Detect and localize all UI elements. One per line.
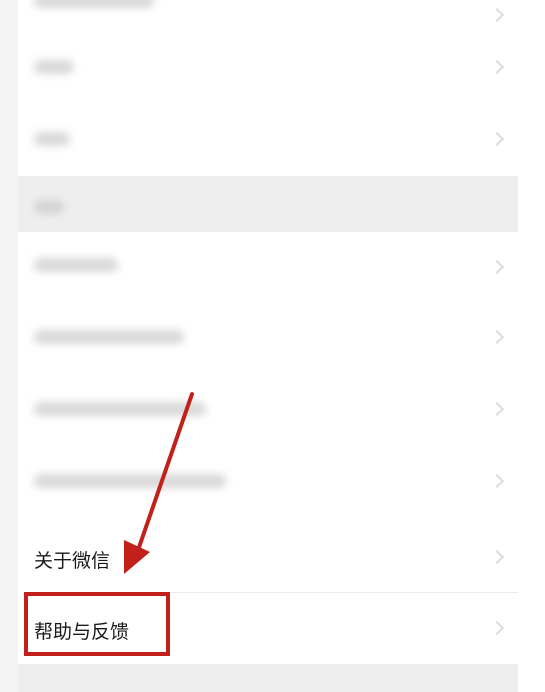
blurred-row[interactable] (18, 442, 518, 512)
blurred-row[interactable] (18, 302, 518, 372)
settings-screen: 关于微信 帮助与反馈 (0, 0, 545, 692)
blurred-text (34, 258, 118, 272)
chevron-right-icon (489, 7, 505, 23)
blurred-text (34, 402, 206, 416)
chevron-right-icon (489, 329, 505, 345)
chevron-right-icon (489, 473, 505, 489)
blurred-text (34, 0, 154, 8)
blurred-row (18, 0, 518, 30)
screen-edge (518, 0, 545, 692)
blurred-text (34, 330, 184, 344)
chevron-right-icon (489, 401, 505, 417)
blurred-text (34, 60, 74, 74)
chevron-right-icon (489, 259, 505, 275)
blurred-text (34, 132, 70, 146)
section-separator (18, 664, 518, 692)
about-wechat-item[interactable]: 关于微信 (18, 520, 518, 592)
blurred-row[interactable] (18, 372, 518, 442)
chevron-right-icon (489, 549, 505, 565)
blurred-text (34, 200, 64, 214)
highlight-box (24, 592, 170, 656)
blurred-row[interactable] (18, 100, 518, 170)
chevron-right-icon (489, 59, 505, 75)
blurred-row[interactable] (18, 30, 518, 100)
chevron-right-icon (489, 131, 505, 147)
blurred-text (34, 474, 226, 488)
chevron-right-icon (489, 620, 505, 636)
section-separator (18, 176, 518, 232)
blurred-settings-group (18, 232, 518, 520)
blurred-row[interactable] (18, 232, 518, 302)
about-wechat-label: 关于微信 (34, 550, 111, 572)
